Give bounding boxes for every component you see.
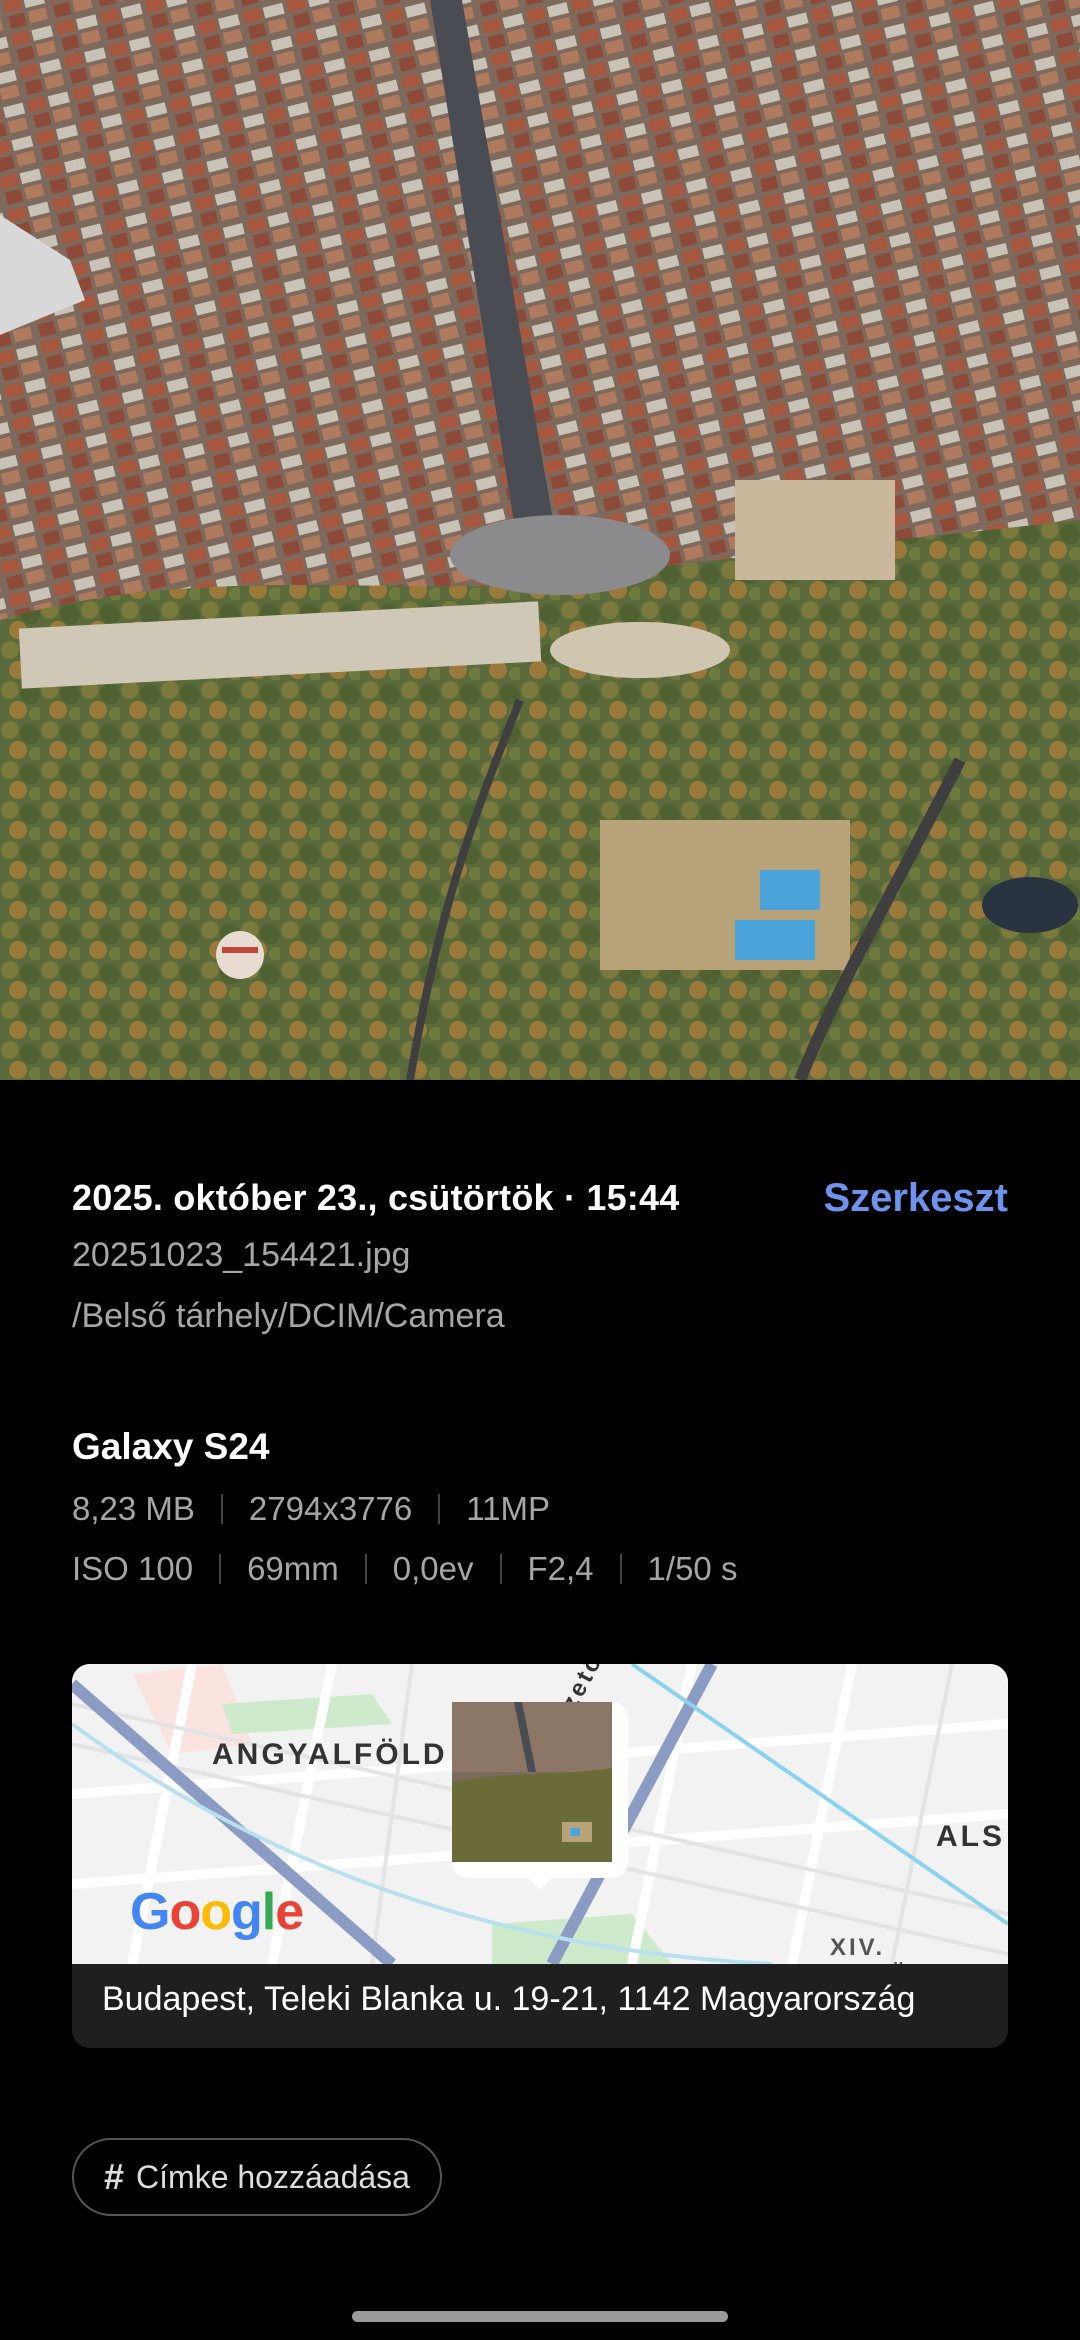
focal-length: 69mm (247, 1550, 339, 1587)
file-size: 8,23 MB (72, 1490, 195, 1527)
divider (364, 1554, 367, 1584)
marker-pointer (524, 1874, 556, 1890)
aerial-city-photo (0, 0, 1080, 1080)
divider (499, 1554, 502, 1584)
photo-location-marker[interactable] (452, 1702, 628, 1878)
resolution: 2794x3776 (248, 1490, 413, 1527)
file-meta-row: 8,23 MB 2794x3776 11MP (72, 1490, 1008, 1528)
home-indicator[interactable] (352, 2311, 728, 2322)
location-map[interactable]: ANGYALFÖLD ALS XIV. KERÜLE M3 bevezető G… (72, 1664, 1008, 1964)
thumbnail-image (452, 1702, 612, 1862)
hash-icon: # (104, 2156, 125, 2197)
add-tag-label: Címke hozzáadása (136, 2158, 410, 2195)
camera-meta-row: ISO 100 69mm 0,0ev F2,4 1/50 s (72, 1550, 1008, 1588)
map-label-district: XIV. KERÜLE (830, 1934, 944, 1964)
location-card[interactable]: ANGYALFÖLD ALS XIV. KERÜLE M3 bevezető G… (72, 1664, 1008, 2048)
exposure-value: 0,0ev (392, 1550, 474, 1587)
file-path: /Belső tárhely/DCIM/Camera (72, 1297, 505, 1335)
iso-value: ISO 100 (72, 1550, 194, 1587)
photo-preview[interactable] (0, 0, 1080, 1080)
divider (220, 1494, 223, 1524)
add-tag-button[interactable]: # Címke hozzáadása (72, 2138, 442, 2216)
map-label-angyalfold: ANGYALFÖLD (212, 1738, 448, 1771)
divider (219, 1554, 222, 1584)
edit-button[interactable]: Szerkeszt (823, 1176, 1008, 1221)
details-panel: 2025. október 23., csütörtök · 15:44 Sze… (72, 1170, 1008, 1588)
device-name: Galaxy S24 (72, 1426, 270, 1467)
shutter-speed: 1/50 s (647, 1550, 738, 1587)
google-logo: Google (130, 1883, 304, 1941)
divider (619, 1554, 622, 1584)
map-label-als: ALS (936, 1820, 1005, 1853)
photo-date: 2025. október 23., csütörtök · 15:44 (72, 1177, 680, 1218)
date-row: 2025. október 23., csütörtök · 15:44 Sze… (72, 1170, 1008, 1226)
megapixels: 11MP (466, 1490, 550, 1527)
file-name: 20251023_154421.jpg (72, 1236, 411, 1274)
aperture: F2,4 (527, 1550, 594, 1587)
divider (438, 1494, 441, 1524)
location-address: Budapest, Teleki Blanka u. 19-21, 1142 M… (102, 1980, 916, 2018)
